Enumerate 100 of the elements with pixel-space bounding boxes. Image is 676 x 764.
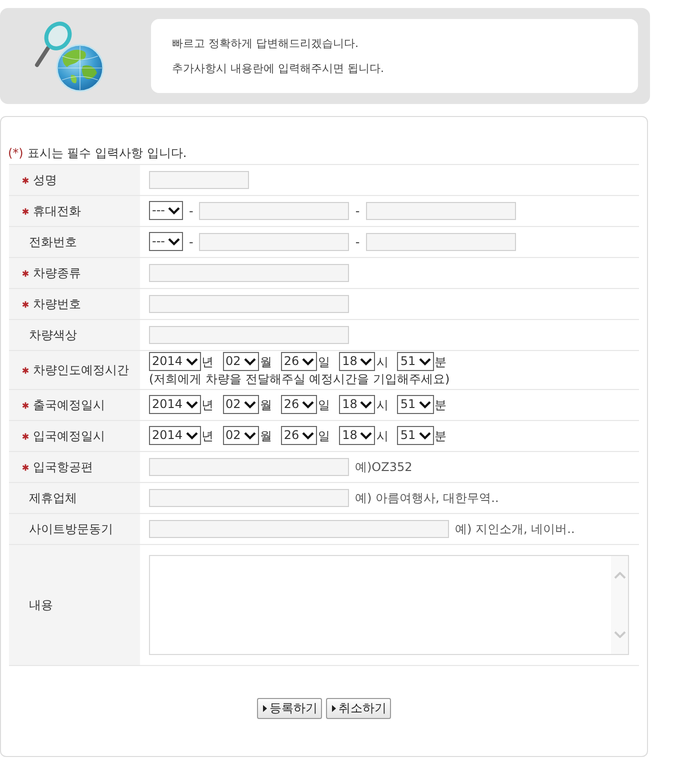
caret-right-icon [332, 705, 336, 712]
text-input[interactable] [149, 458, 349, 476]
chevron-down-icon [186, 358, 198, 366]
dropdown[interactable]: 51 [397, 426, 434, 445]
separator-text: - [189, 202, 194, 218]
field-label: 사이트방문동기 [29, 521, 113, 537]
unit-label: 분 [434, 428, 447, 444]
dropdown[interactable]: 26 [280, 426, 318, 445]
chevron-down-icon [186, 400, 198, 408]
asterisk-icon [22, 300, 29, 308]
unit-label: 년 [202, 396, 214, 412]
chevron-down-icon [302, 432, 314, 440]
chevron-up-icon[interactable] [614, 572, 626, 579]
dropdown[interactable]: 2014 [149, 395, 201, 414]
dropdown[interactable]: 18 [339, 426, 376, 445]
example-hint: 예) 지인소개, 네이버.. [455, 520, 575, 536]
dropdown[interactable]: --- [149, 232, 183, 251]
unit-label: 일 [318, 428, 330, 444]
unit-label: 일 [318, 396, 330, 412]
submit-button[interactable]: 등록하기 [256, 698, 322, 719]
dropdown[interactable]: 51 [397, 352, 434, 371]
field-label: 내용 [29, 597, 53, 613]
dropdown[interactable]: 02 [222, 395, 259, 414]
unit-label: 년 [202, 428, 214, 444]
field-label: 차량색상 [29, 327, 77, 343]
separator-text: - [189, 234, 194, 250]
field-label: 휴대전화 [33, 203, 81, 219]
content-textarea[interactable] [149, 555, 629, 655]
text-input[interactable] [199, 232, 350, 250]
chevron-down-icon [186, 432, 198, 440]
asterisk-icon [22, 270, 29, 276]
unit-label: 시 [376, 396, 388, 412]
dropdown[interactable]: 18 [339, 352, 376, 371]
unit-label: 분 [434, 354, 447, 370]
text-input[interactable] [149, 326, 349, 344]
chevron-down-icon [244, 358, 256, 366]
example-hint: 예) 아름여행사, 대한무역.. [355, 490, 499, 506]
example-hint: 예)OZ352 [355, 458, 412, 474]
chevron-down-icon [244, 432, 256, 440]
dropdown[interactable]: 18 [339, 395, 376, 414]
chevron-down-icon [418, 432, 431, 440]
unit-label: 시 [376, 354, 388, 370]
asterisk-icon [22, 366, 29, 374]
unit-label: 년 [202, 354, 214, 370]
text-input[interactable] [149, 294, 349, 312]
dropdown[interactable]: 02 [222, 426, 259, 445]
chevron-down-icon [418, 358, 431, 366]
text-input[interactable] [149, 170, 249, 188]
message-text: 빠르고 정확하게 답변해드리겠습니다. [172, 36, 358, 52]
asterisk-icon [22, 176, 29, 184]
text-input[interactable] [366, 232, 516, 250]
separator-text: - [355, 234, 360, 250]
chevron-down-icon [302, 358, 314, 366]
asterisk-icon [22, 464, 29, 470]
field-label: 차량종류 [33, 265, 81, 281]
required-marker: (*) [8, 145, 24, 161]
chevron-down-icon [302, 400, 314, 408]
dropdown[interactable]: --- [149, 201, 183, 220]
asterisk-icon [22, 432, 29, 440]
chevron-down-icon [360, 400, 372, 408]
chevron-down-icon [360, 358, 372, 366]
dropdown[interactable]: 26 [280, 352, 318, 371]
notice-text: 표시는 필수 입력사항 입니다. [27, 145, 187, 161]
chevron-down-icon[interactable] [614, 631, 626, 638]
unit-label: 월 [260, 396, 272, 412]
chevron-down-icon [168, 238, 180, 246]
asterisk-icon [22, 208, 29, 214]
field-label: 입국항공편 [33, 459, 93, 475]
field-label: 출국예정일시 [33, 397, 105, 413]
field-label: 차량인도예정시간 [33, 362, 129, 378]
text-input[interactable] [149, 264, 349, 282]
chevron-down-icon [168, 206, 180, 214]
field-label: 차량번호 [33, 296, 81, 312]
caret-right-icon [262, 705, 266, 712]
text-input[interactable] [149, 488, 349, 506]
unit-label: 월 [260, 428, 272, 444]
unit-label: 일 [318, 354, 330, 370]
dropdown[interactable]: 2014 [149, 352, 201, 371]
separator-text: - [355, 202, 360, 218]
dropdown[interactable]: 02 [222, 352, 259, 371]
dropdown[interactable]: 51 [397, 395, 434, 414]
text-input[interactable] [149, 520, 449, 538]
helper-text: (저희에게 차량을 전달해주실 예정시간을 기입해주세요) [149, 372, 451, 387]
unit-label: 월 [260, 354, 272, 370]
scrollbar[interactable] [611, 556, 628, 654]
text-input[interactable] [366, 202, 516, 220]
unit-label: 시 [376, 428, 388, 444]
chevron-down-icon [360, 432, 372, 440]
cancel-button[interactable]: 취소하기 [326, 698, 390, 719]
asterisk-icon [22, 402, 29, 408]
field-label: 제휴업체 [29, 490, 77, 506]
field-label: 성명 [33, 172, 57, 188]
chevron-down-icon [418, 400, 431, 408]
unit-label: 분 [434, 396, 447, 412]
dropdown[interactable]: 26 [280, 395, 318, 414]
text-input[interactable] [199, 202, 350, 220]
message-text: 추가사항시 내용란에 입력해주시면 됩니다. [172, 61, 384, 77]
field-label: 입국예정일시 [33, 428, 105, 444]
field-label: 전화번호 [29, 234, 77, 250]
dropdown[interactable]: 2014 [149, 426, 201, 445]
